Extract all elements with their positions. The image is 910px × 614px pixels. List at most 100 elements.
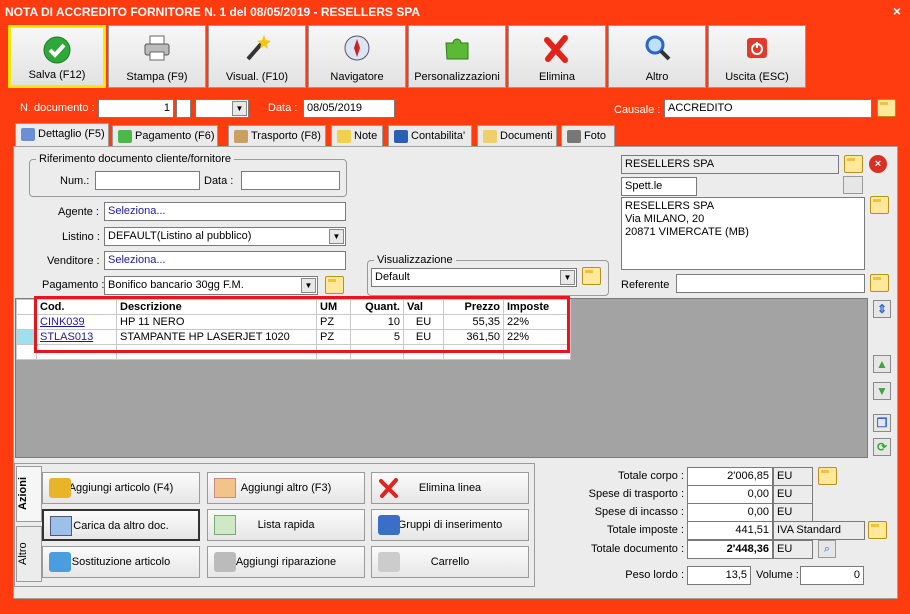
puzzle-icon: [445, 38, 469, 60]
quick-list-icon: [214, 515, 236, 535]
collection-cost-currency: EU: [773, 503, 813, 522]
listino-label: Listino :: [62, 231, 100, 243]
causale-input[interactable]: ACCREDITO: [664, 99, 872, 118]
add-other-button[interactable]: Aggiungi altro (F3): [207, 472, 365, 504]
folder-icon[interactable]: [582, 267, 601, 285]
volume-input[interactable]: 0: [800, 566, 864, 585]
folder-icon[interactable]: [870, 196, 889, 214]
zoom-icon[interactable]: ⌕: [818, 540, 836, 558]
quick-list-button[interactable]: Lista rapida: [207, 509, 365, 541]
save-button[interactable]: Salva (F12): [8, 25, 106, 88]
folder-icon[interactable]: [877, 99, 896, 117]
delete-label: Elimina: [538, 71, 576, 83]
folder-icon[interactable]: [844, 155, 863, 173]
arrow-up-icon[interactable]: ▲: [873, 355, 891, 373]
insert-groups-button[interactable]: Gruppi di inserimento: [371, 509, 529, 541]
tab-trasporto[interactable]: Trasporto (F8): [228, 125, 326, 147]
magnifier-icon: [645, 35, 671, 61]
collection-cost-input[interactable]: 0,00: [687, 503, 773, 522]
pagamento-select[interactable]: Bonifico bancario 30gg F.M. ▼: [104, 276, 318, 295]
cart-button[interactable]: Carrello: [371, 546, 529, 578]
compass-icon: [344, 35, 370, 61]
box-icon: [234, 130, 248, 143]
person-icon[interactable]: [843, 176, 863, 194]
delete-x-icon: [379, 478, 398, 498]
view-select[interactable]: Default ▼: [371, 268, 577, 287]
copy-icon[interactable]: ❐: [873, 414, 891, 432]
tab-altro[interactable]: Altro: [16, 526, 42, 582]
exit-label: Uscita (ESC): [725, 71, 789, 83]
agente-input[interactable]: Seleziona...: [104, 202, 346, 221]
power-icon: [747, 38, 767, 58]
load-from-doc-button[interactable]: Carica da altro doc.: [42, 509, 200, 541]
add-item-button[interactable]: Aggiungi articolo (F4): [42, 472, 200, 504]
ref-date-input[interactable]: [241, 171, 340, 190]
note-icon: [337, 130, 351, 143]
tab-documenti[interactable]: Documenti: [477, 125, 557, 147]
agente-label: Agente :: [58, 206, 99, 218]
printer-icon: [144, 35, 170, 61]
document-series-select[interactable]: ▼: [195, 99, 249, 118]
save-label: Salva (F12): [28, 69, 86, 81]
chevron-down-icon: ▼: [329, 229, 344, 244]
listino-select[interactable]: DEFAULT(Listino al pubblico) ▼: [104, 227, 346, 246]
clear-icon[interactable]: ×: [869, 155, 887, 173]
camera-icon: [567, 130, 581, 143]
magic-wand-icon: [246, 35, 271, 61]
shipping-cost-label: Spese di trasporto :: [588, 488, 684, 500]
total-body-currency: EU: [773, 467, 813, 486]
total-document-value: 2'448,36: [687, 540, 773, 559]
tab-note[interactable]: Note: [331, 125, 383, 147]
document-number-input[interactable]: 1: [98, 99, 174, 118]
replace-icon: [49, 552, 71, 572]
tab-foto[interactable]: Foto: [561, 125, 615, 147]
move-top-icon[interactable]: ⇕: [873, 300, 891, 318]
gross-weight-input[interactable]: 13,5: [687, 566, 751, 585]
delete-x-icon: [544, 35, 568, 63]
collection-cost-label: Spese di incasso :: [594, 506, 684, 518]
salutation-input[interactable]: Spett.le: [621, 177, 697, 196]
arrow-down-icon[interactable]: ▼: [873, 382, 891, 400]
close-icon[interactable]: ×: [890, 4, 904, 18]
preview-label: Visual. (F10): [225, 71, 289, 83]
ref-num-label: Num.:: [60, 175, 90, 187]
folder-icon[interactable]: [325, 276, 344, 294]
customize-button[interactable]: Personalizzazioni: [408, 25, 506, 88]
ledger-icon: [394, 130, 408, 143]
ref-num-input[interactable]: [95, 171, 200, 190]
shipping-cost-currency: EU: [773, 485, 813, 504]
total-body-value: 2'006,85: [687, 467, 773, 486]
customer-address-field[interactable]: RESELLERS SPA Via MILANO, 20 20871 VIMER…: [621, 197, 865, 270]
shipping-cost-input[interactable]: 0,00: [687, 485, 773, 504]
exit-button[interactable]: Uscita (ESC): [708, 25, 806, 88]
navigator-button[interactable]: Navigatore: [308, 25, 406, 88]
other-label: Altro: [645, 71, 669, 83]
gross-weight-label: Peso lordo :: [625, 569, 684, 581]
delete-line-button[interactable]: Elimina linea: [371, 472, 529, 504]
venditore-input[interactable]: Seleziona...: [104, 251, 346, 270]
document-suffix-input[interactable]: [176, 99, 191, 118]
folder-icon[interactable]: [818, 467, 837, 485]
referente-input[interactable]: [676, 274, 865, 293]
folder-icon[interactable]: [868, 521, 887, 539]
navigator-label: Navigatore: [330, 71, 384, 83]
replace-item-button[interactable]: Sostituzione articolo: [42, 546, 200, 578]
window-title: NOTA DI ACCREDITO FORNITORE N. 1 del 08/…: [0, 0, 910, 22]
folder-icon[interactable]: [870, 274, 889, 292]
other-button[interactable]: Altro: [608, 25, 706, 88]
tab-pagamento[interactable]: Pagamento (F6): [112, 125, 218, 147]
groups-icon: [378, 515, 400, 535]
refresh-icon[interactable]: ⟳: [873, 438, 891, 456]
delete-button[interactable]: Elimina: [508, 25, 606, 88]
pagamento-label: Pagamento :: [42, 279, 105, 291]
tab-azioni[interactable]: Azioni: [16, 466, 42, 522]
chevron-down-icon: ▼: [232, 101, 247, 116]
tab-dettaglio[interactable]: Dettaglio (F5): [15, 123, 109, 147]
tab-contabilita[interactable]: Contabilita': [388, 125, 472, 147]
date-input[interactable]: 08/05/2019: [303, 99, 395, 118]
cart-icon: [378, 552, 400, 572]
total-document-label: Totale documento :: [591, 543, 684, 555]
print-button[interactable]: Stampa (F9): [108, 25, 206, 88]
add-repair-button[interactable]: Aggiungi riparazione: [207, 546, 365, 578]
preview-button[interactable]: Visual. (F10): [208, 25, 306, 88]
